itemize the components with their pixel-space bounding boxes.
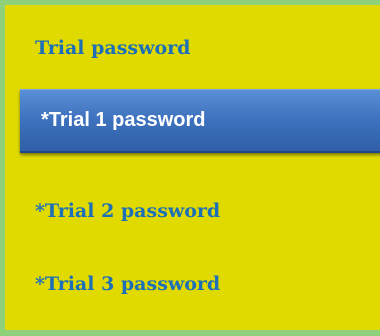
- menu-item-trial-2[interactable]: *Trial 2 password: [35, 200, 220, 222]
- menu-item-trial-1[interactable]: *Trial 1 password: [20, 89, 380, 153]
- menu-item-label: *Trial 1 password: [41, 109, 206, 131]
- menu-heading: Trial password: [35, 37, 191, 59]
- password-menu-panel: Trial password *Trial 1 password *Trial …: [0, 0, 380, 336]
- menu-item-trial-3[interactable]: *Trial 3 password: [35, 273, 220, 295]
